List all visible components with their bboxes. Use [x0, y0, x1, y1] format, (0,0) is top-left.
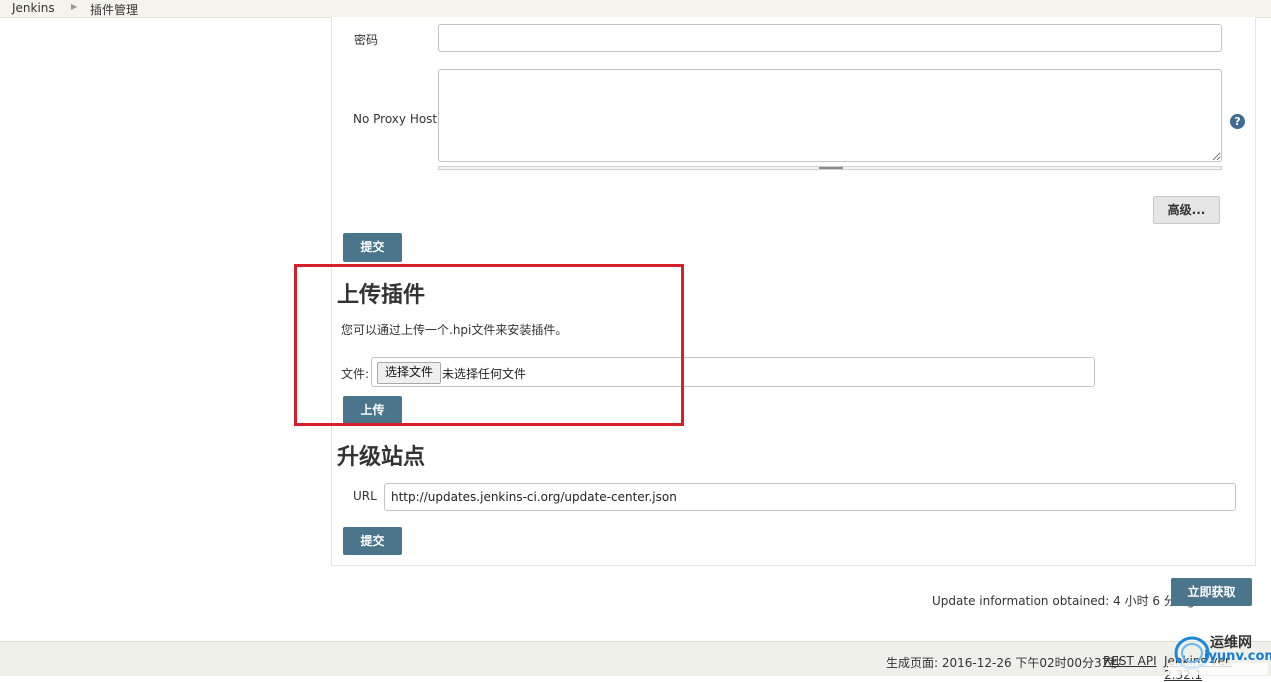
footer: 生成页面: 2016-12-26 下午02时00分37秒 REST API Je… [0, 641, 1271, 682]
grip-icon [819, 167, 843, 169]
update-info-text: Update information obtained: 4 小时 6 分 ag… [932, 594, 1203, 608]
advanced-button[interactable]: 高级... [1153, 196, 1220, 224]
check-now-button[interactable]: 立即获取 [1171, 578, 1252, 606]
proxy-submit-button[interactable]: 提交 [343, 233, 402, 262]
password-field[interactable] [438, 24, 1222, 52]
breadcrumb: Jenkins ▶ 插件管理 [0, 0, 1271, 18]
textarea-resize-handle[interactable] [438, 166, 1222, 170]
url-label: URL [353, 489, 377, 503]
password-label: 密码 [354, 33, 379, 47]
update-site-submit-button[interactable]: 提交 [343, 527, 402, 555]
breadcrumb-jenkins[interactable]: Jenkins [12, 1, 55, 15]
help-icon[interactable]: ? [1230, 114, 1245, 129]
no-proxy-host-label: No Proxy Host [353, 112, 438, 126]
breadcrumb-plugin-manager[interactable]: 插件管理 [90, 1, 138, 18]
update-site-url-field[interactable] [384, 483, 1236, 511]
watermark-logo: 运维网 iyunv.com [1168, 629, 1271, 675]
rest-api-link[interactable]: REST API [1103, 654, 1157, 668]
no-proxy-host-field[interactable] [438, 69, 1222, 162]
page-generated-text: 生成页面: 2016-12-26 下午02时00分37秒 [886, 656, 1122, 670]
highlight-box [294, 264, 684, 426]
update-site-title: 升级站点 [337, 444, 426, 470]
breadcrumb-separator-icon: ▶ [71, 2, 78, 11]
watermark-text-en: iyunv.com [1204, 649, 1271, 664]
